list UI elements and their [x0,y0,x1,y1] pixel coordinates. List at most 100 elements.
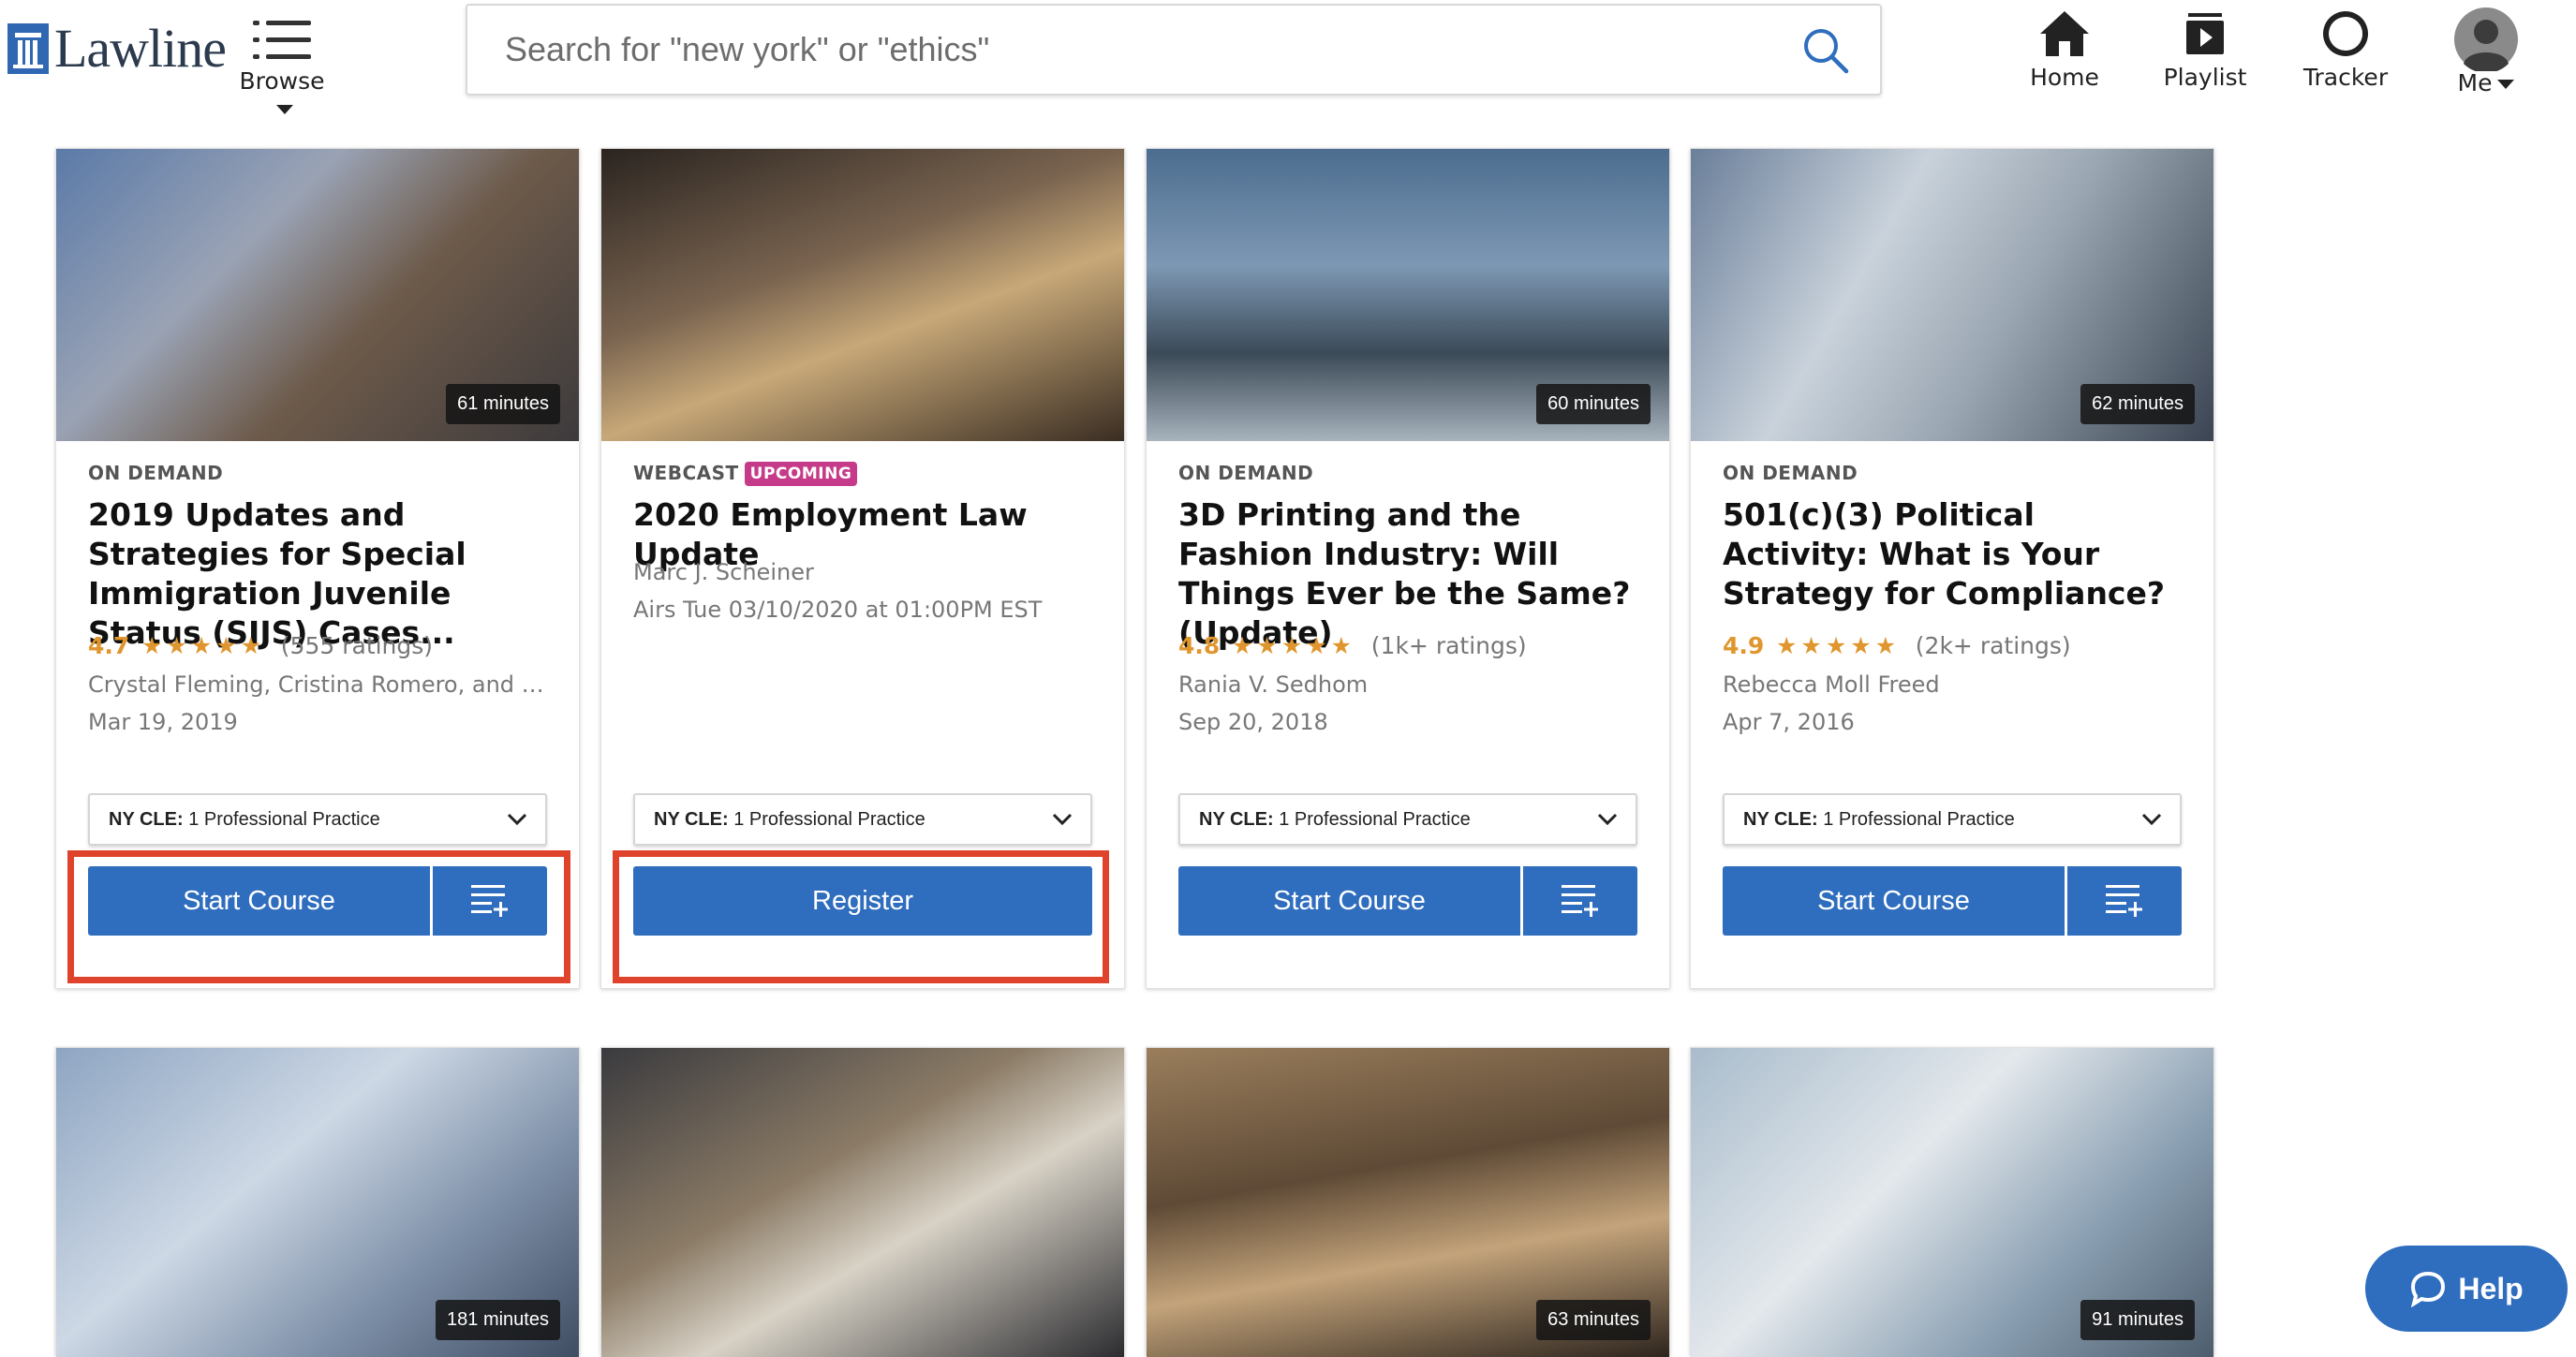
course-card[interactable]: 60 minutes ON DEMAND 3D Printing and the… [1146,148,1670,989]
rating-count: (2k+ ratings) [1915,632,2071,659]
top-header: Lawline Browse Home Playlist [0,0,2576,122]
playlist-add-icon [2106,884,2142,917]
nav-home[interactable]: Home [1999,7,2130,91]
course-thumbnail[interactable]: 60 minutes [1147,149,1669,441]
course-date: Sep 20, 2018 [1178,709,1328,735]
course-card[interactable]: 63 minutes [1146,1047,1670,1357]
duration-badge: 63 minutes [1536,1300,1651,1340]
course-rating: 4.8 ★★★★★ (1k+ ratings) [1178,632,1527,659]
credit-label: NY CLE: [1743,809,1818,830]
browse-label: Browse [239,67,325,95]
playlist-add-icon [1562,884,1598,917]
nav-tracker-label: Tracker [2302,64,2389,91]
add-to-playlist-button[interactable] [1523,866,1637,936]
add-to-playlist-button[interactable] [2067,866,2182,936]
caret-down-icon [276,105,293,114]
course-title[interactable]: 2019 Updates and Strategies for Special … [88,495,551,653]
lawline-logo[interactable]: Lawline [7,18,227,79]
duration-badge: 181 minutes [436,1300,560,1340]
card-actions: Start Course [1178,866,1637,936]
credit-dropdown[interactable]: NY CLE: 1 Professional Practice [88,793,547,846]
rating-value: 4.7 [88,632,130,659]
upcoming-badge: UPCOMING [744,462,858,486]
course-thumbnail[interactable] [601,1048,1124,1357]
course-thumbnail[interactable]: 91 minutes [1691,1048,2213,1357]
credit-value: 1 Professional Practice [733,809,925,830]
course-card[interactable]: 91 minutes [1690,1047,2214,1357]
chevron-down-icon [1052,813,1073,826]
course-title[interactable]: 3D Printing and the Fashion Industry: Wi… [1178,495,1641,653]
rating-value: 4.9 [1723,632,1765,659]
search-bar [466,4,1882,96]
logo-icon [7,23,49,74]
card-actions: Start Course [88,866,547,936]
course-air-date: Airs Tue 03/10/2020 at 01:00PM EST [633,597,1043,623]
course-authors: Crystal Fleming, Cristina Romero, and R.… [88,671,551,698]
credit-label: NY CLE: [109,809,184,830]
course-type: WEBCAST UPCOMING [633,462,858,486]
add-to-playlist-button[interactable] [433,866,547,936]
playlist-add-icon [471,884,508,917]
course-type: ON DEMAND [88,462,224,484]
register-button[interactable]: Register [633,866,1092,936]
nav-playlist[interactable]: Playlist [2139,7,2271,91]
rating-value: 4.8 [1178,632,1221,659]
chevron-down-icon [507,813,527,826]
course-type-label: WEBCAST [633,462,739,484]
course-authors: Marc J. Scheiner [633,559,814,585]
course-thumbnail[interactable] [601,149,1124,441]
playlist-icon [2186,13,2224,54]
credit-value: 1 Professional Practice [1823,809,2015,830]
avatar [2454,7,2518,71]
search-input[interactable] [467,6,1779,94]
duration-badge: 62 minutes [2080,384,2195,424]
start-course-button[interactable]: Start Course [1178,866,1520,936]
course-thumbnail[interactable]: 181 minutes [56,1048,579,1357]
duration-badge: 91 minutes [2080,1300,2195,1340]
menu-icon [253,19,311,64]
credit-dropdown[interactable]: NY CLE: 1 Professional Practice [1723,793,2182,846]
course-type: ON DEMAND [1723,462,1858,484]
star-icons: ★★★★★ [141,632,266,659]
course-authors: Rania V. Sedhom [1178,671,1369,698]
chat-bubble-icon [2411,1271,2446,1307]
start-course-button[interactable]: Start Course [88,866,430,936]
help-label: Help [2458,1271,2524,1305]
tracker-icon [2323,11,2368,56]
chevron-down-icon [2141,813,2162,826]
course-rating: 4.7 ★★★★★ (555 ratings) [88,632,433,659]
course-thumbnail[interactable]: 63 minutes [1147,1048,1669,1357]
credit-value: 1 Professional Practice [1279,809,1471,830]
course-date: Mar 19, 2019 [88,709,238,735]
course-card[interactable]: WEBCAST UPCOMING 2020 Employment Law Upda… [600,148,1125,989]
help-button[interactable]: Help [2365,1246,2568,1332]
card-actions: Start Course [1723,866,2182,936]
course-thumbnail[interactable]: 62 minutes [1691,149,2213,441]
course-card[interactable]: 181 minutes [55,1047,580,1357]
star-icons: ★★★★★ [1776,632,1901,659]
duration-badge: 60 minutes [1536,384,1651,424]
course-card[interactable]: 61 minutes ON DEMAND 2019 Updates and St… [55,148,580,989]
course-card[interactable]: 62 minutes ON DEMAND 501(c)(3) Political… [1690,148,2214,989]
chevron-down-icon [1597,813,1618,826]
course-rating: 4.9 ★★★★★ (2k+ ratings) [1723,632,2071,659]
caret-down-icon [2497,80,2515,89]
nav-playlist-label: Playlist [2163,64,2247,91]
credit-label: NY CLE: [654,809,729,830]
course-card[interactable] [600,1047,1125,1357]
course-title[interactable]: 501(c)(3) Political Activity: What is Yo… [1723,495,2185,613]
nav-tracker[interactable]: Tracker [2280,7,2411,91]
duration-badge: 61 minutes [446,384,560,424]
rating-count: (1k+ ratings) [1370,632,1527,659]
credit-label: NY CLE: [1199,809,1274,830]
credit-dropdown[interactable]: NY CLE: 1 Professional Practice [1178,793,1637,846]
browse-menu-button[interactable]: Browse [230,19,333,114]
course-authors: Rebecca Moll Freed [1723,671,1940,698]
logo-text: Lawline [54,18,227,79]
search-icon[interactable] [1799,24,1852,77]
rating-count: (555 ratings) [280,632,434,659]
start-course-button[interactable]: Start Course [1723,866,2065,936]
nav-me[interactable]: Me [2421,7,2552,96]
course-thumbnail[interactable]: 61 minutes [56,149,579,441]
credit-dropdown[interactable]: NY CLE: 1 Professional Practice [633,793,1092,846]
